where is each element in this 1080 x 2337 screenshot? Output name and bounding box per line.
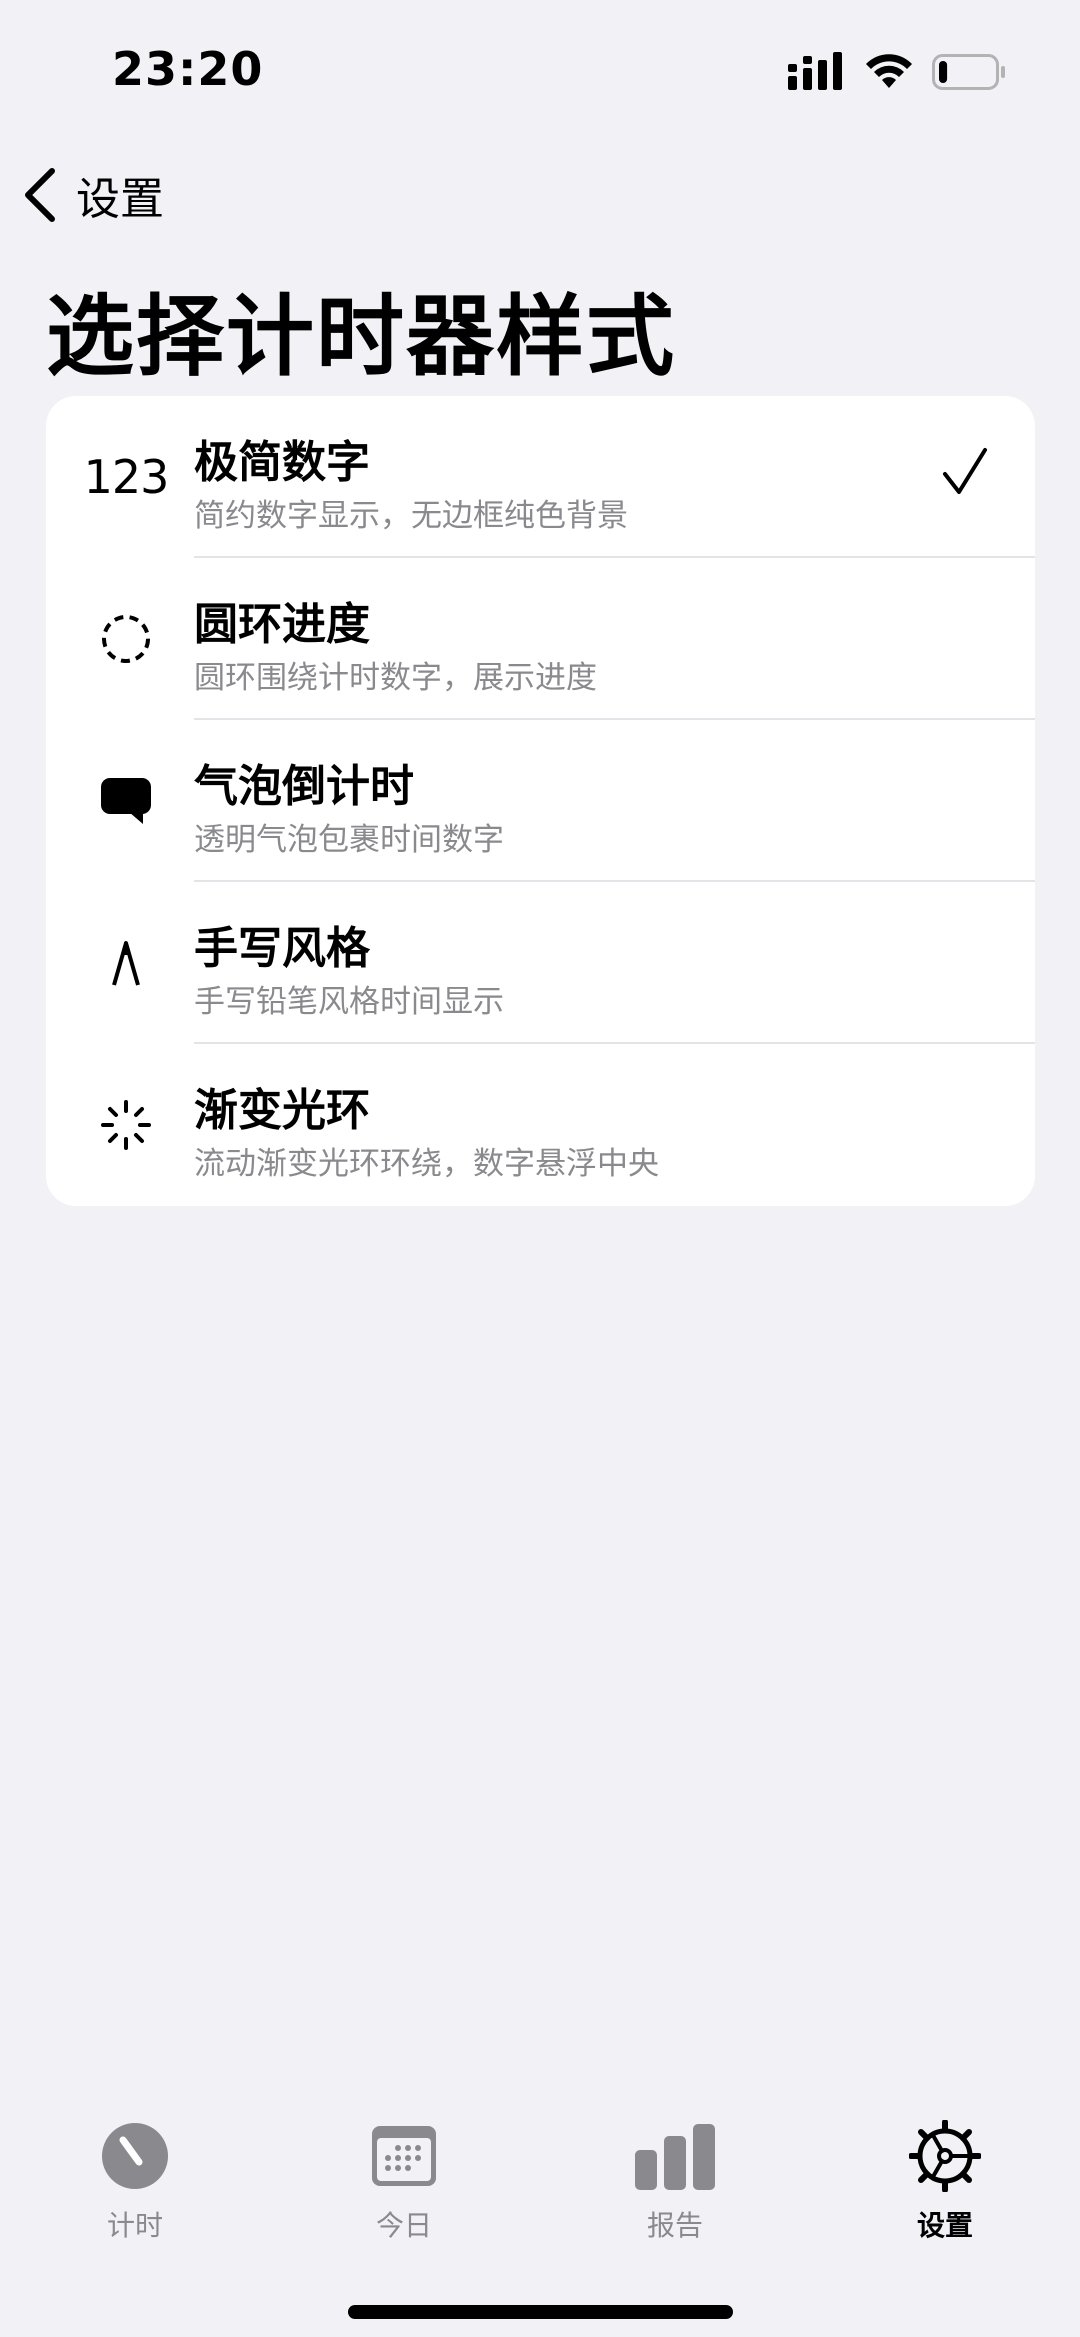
option-title: 气泡倒计时 — [194, 761, 414, 812]
style-option-handwriting[interactable]: 手写风格 手写铅笔风格时间显示 — [46, 882, 1035, 1044]
option-subtitle: 流动渐变光环环绕，数字悬浮中央 — [194, 1146, 659, 1182]
battery-icon — [932, 54, 1005, 90]
tab-today[interactable]: 今日 — [304, 2120, 504, 2260]
cellular-signal-icon — [788, 52, 842, 90]
option-title: 极简数字 — [194, 437, 370, 488]
option-subtitle: 手写铅笔风格时间显示 — [194, 984, 504, 1020]
timer-style-list: 123 极简数字 简约数字显示，无边框纯色背景 圆环进度 圆环围绕计时数字，展示… — [46, 396, 1035, 1206]
speech-bubble-icon — [86, 761, 166, 841]
status-time: 23:20 — [112, 42, 264, 96]
home-indicator — [348, 2305, 733, 2319]
back-label: 设置 — [76, 174, 164, 225]
tab-label: 今日 — [375, 2209, 432, 2242]
chevron-left-icon — [25, 168, 55, 222]
tab-timer[interactable]: 计时 — [35, 2120, 235, 2260]
number-icon: 123 — [83, 450, 170, 504]
pencil-tip-icon — [86, 923, 166, 1003]
tab-settings[interactable]: 设置 — [845, 2120, 1045, 2260]
timer-icon — [102, 2123, 168, 2189]
gear-icon — [909, 2120, 981, 2192]
bar-chart-icon — [635, 2124, 715, 2190]
tab-report[interactable]: 报告 — [575, 2120, 775, 2260]
tab-label: 计时 — [106, 2209, 163, 2242]
calendar-icon — [372, 2126, 436, 2186]
option-subtitle: 透明气泡包裹时间数字 — [194, 822, 504, 858]
spinner-icon — [86, 1085, 166, 1165]
option-title: 渐变光环 — [194, 1085, 370, 1136]
option-title: 手写风格 — [194, 923, 370, 974]
style-option-bubble-countdown[interactable]: 气泡倒计时 透明气泡包裹时间数字 — [46, 720, 1035, 882]
style-option-minimal-number[interactable]: 123 极简数字 简约数字显示，无边框纯色背景 — [46, 396, 1035, 558]
checkmark-icon — [943, 448, 987, 494]
style-option-gradient-halo[interactable]: 渐变光环 流动渐变光环环绕，数字悬浮中央 — [46, 1044, 1035, 1206]
tab-label: 报告 — [646, 2209, 703, 2242]
tab-bar: 计时 今日 报告 设置 — [0, 2100, 1080, 2337]
option-subtitle: 简约数字显示，无边框纯色背景 — [194, 498, 628, 534]
dashed-circle-icon — [86, 599, 166, 679]
option-title: 圆环进度 — [194, 599, 370, 650]
page-title: 选择计时器样式 — [46, 285, 677, 388]
option-subtitle: 圆环围绕计时数字，展示进度 — [194, 660, 597, 696]
style-option-ring-progress[interactable]: 圆环进度 圆环围绕计时数字，展示进度 — [46, 558, 1035, 720]
status-bar: 23:20 — [0, 0, 1080, 140]
tab-label: 设置 — [916, 2209, 973, 2242]
back-button[interactable]: 设置 — [20, 160, 164, 230]
wifi-icon — [866, 54, 912, 88]
